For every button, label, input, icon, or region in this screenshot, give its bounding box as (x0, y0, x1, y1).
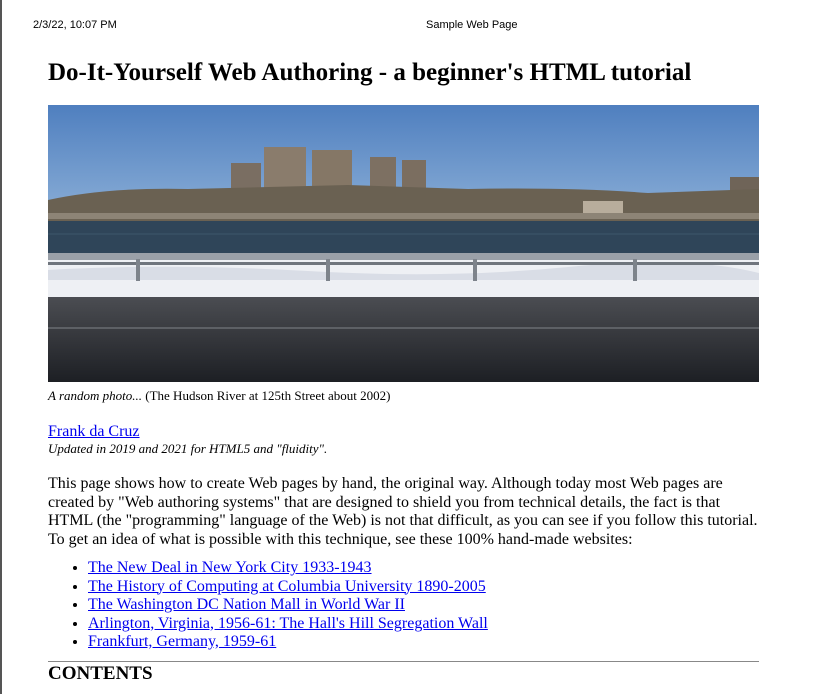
page-left-edge (0, 0, 2, 694)
print-page-label: Sample Web Page (426, 19, 518, 31)
link-new-deal[interactable]: The New Deal in New York City 1933-1943 (88, 559, 372, 576)
photo-caption: A random photo... (The Hudson River at 1… (48, 388, 760, 404)
link-history-computing[interactable]: The History of Computing at Columbia Uni… (88, 578, 486, 595)
updated-note: Updated in 2019 and 2021 for HTML5 and "… (48, 441, 328, 456)
handmade-sites-list: The New Deal in New York City 1933-1943 … (48, 559, 760, 652)
list-item: The New Deal in New York City 1933-1943 (88, 559, 760, 578)
print-timestamp: 2/3/22, 10:07 PM (33, 19, 117, 31)
list-item: Arlington, Virginia, 1956-61: The Hall's… (88, 615, 760, 634)
list-item: The History of Computing at Columbia Uni… (88, 578, 760, 597)
link-frankfurt[interactable]: Frankfurt, Germany, 1959-61 (88, 633, 276, 650)
photo-illustration (48, 105, 759, 382)
list-item: The Washington DC Nation Mall in World W… (88, 596, 760, 615)
author-line: Frank da Cruz (48, 422, 760, 441)
intro-paragraph: This page shows how to create Web pages … (48, 475, 758, 548)
contents-heading: CONTENTS (48, 662, 153, 684)
link-arlington-wall[interactable]: Arlington, Virginia, 1956-61: The Hall's… (88, 615, 488, 632)
photo-caption-italic: A random photo... (48, 388, 143, 403)
photo-caption-text: (The Hudson River at 125th Street about … (142, 388, 391, 403)
link-washington-mall[interactable]: The Washington DC Nation Mall in World W… (88, 596, 405, 613)
author-link[interactable]: Frank da Cruz (48, 423, 140, 440)
article: Do-It-Yourself Web Authoring - a beginne… (48, 56, 760, 686)
page-title: Do-It-Yourself Web Authoring - a beginne… (48, 59, 692, 86)
hudson-river-photo (48, 105, 759, 382)
list-item: Frankfurt, Germany, 1959-61 (88, 633, 760, 652)
